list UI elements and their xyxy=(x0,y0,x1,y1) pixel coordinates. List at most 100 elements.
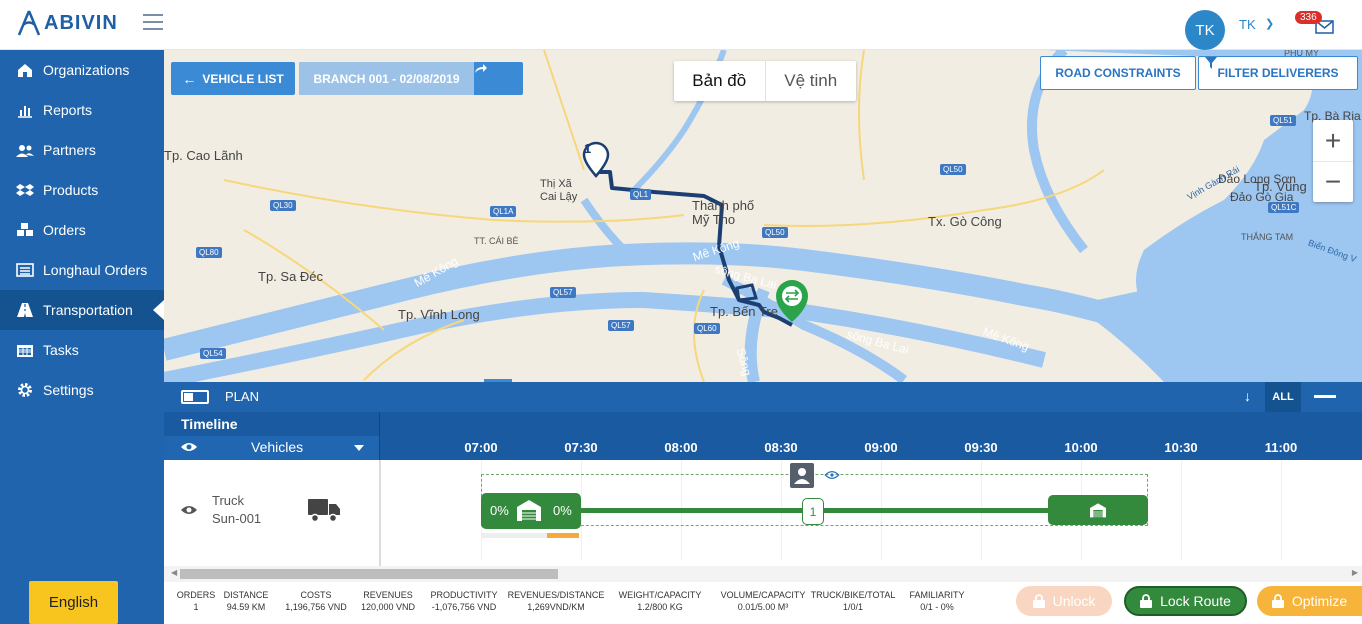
sidebar-item-label: Settings xyxy=(43,382,94,398)
stat-label: COSTS xyxy=(300,590,332,600)
app-logo[interactable]: ABIVIN xyxy=(18,10,118,36)
route-map[interactable]: 1 Tp. Cao Lãnh Thị Xã Cai Lậy Thành phố … xyxy=(164,50,1362,382)
load-percent-left: 0% xyxy=(490,503,509,518)
minimize-icon[interactable] xyxy=(1314,395,1336,398)
share-icon xyxy=(475,64,487,73)
lock-icon xyxy=(1271,594,1284,608)
filter-deliverers-button[interactable]: FILTER DELIVERERS xyxy=(1198,56,1358,90)
sidebar-item-reports[interactable]: Reports xyxy=(0,90,164,130)
plan-toggle-icon[interactable] xyxy=(181,390,209,404)
road-badge: QL1A xyxy=(490,206,517,217)
timeline-body: Truck Sun-001 0% 0% 1 xyxy=(164,460,1362,566)
sidebar-item-organizations[interactable]: Organizations xyxy=(0,50,164,90)
menu-toggle-icon[interactable] xyxy=(143,14,163,32)
branch-date-button[interactable]: BRANCH 001 - 02/08/2019 xyxy=(299,62,474,95)
warehouse-icon xyxy=(1090,503,1106,518)
stat-revenues: REVENUES 120,000 VND xyxy=(361,589,415,613)
map-label: Tp. Vĩnh Long xyxy=(398,307,480,322)
vehicles-label: Vehicles xyxy=(251,439,304,455)
timeline-time-label: 08:00 xyxy=(664,440,698,455)
map-label: Tp. Vũng xyxy=(1254,179,1307,194)
depot-end-block[interactable] xyxy=(1048,495,1148,525)
sidebar-item-partners[interactable]: Partners xyxy=(0,130,164,170)
map-type-satellite-button[interactable]: Vệ tinh xyxy=(764,61,857,101)
sidebar-item-label: Tasks xyxy=(43,342,79,358)
zoom-out-button[interactable]: − xyxy=(1313,161,1353,202)
vehicle-name[interactable]: Truck Sun-001 xyxy=(212,492,261,528)
map-label: THẮNG TAM xyxy=(1241,232,1294,242)
language-button[interactable]: English xyxy=(29,581,118,624)
stat-productivity: PRODUCTIVITY -1,076,756 VND xyxy=(430,589,497,613)
eye-icon[interactable] xyxy=(824,470,840,480)
stat-volume-capacity: VOLUME/CAPACITY 0.01/5.00 M³ xyxy=(721,589,806,613)
dropbox-icon xyxy=(15,182,35,198)
eye-icon[interactable] xyxy=(180,504,198,516)
gear-icon xyxy=(15,382,35,398)
stat-orders: ORDERS 1 xyxy=(177,589,216,613)
timeline-grid-line xyxy=(1281,460,1282,560)
stat-label: FAMILIARITY xyxy=(909,590,965,600)
road-badge: QL51 xyxy=(1270,115,1296,126)
arrow-left-icon: ← xyxy=(182,70,197,87)
truck-icon xyxy=(308,499,340,523)
vehicle-list-button[interactable]: ← VEHICLE LIST xyxy=(171,62,295,95)
sidebar-item-label: Products xyxy=(43,182,99,198)
vehicles-dropdown[interactable]: Vehicles xyxy=(164,436,380,460)
sidebar-item-label: Organizations xyxy=(43,62,130,78)
stat-value: 1,269VND/KM xyxy=(527,602,585,612)
map-label: Tx. Gò Công xyxy=(928,214,1002,229)
sidebar-nav: Organizations Reports Partners Products Orde… xyxy=(0,50,164,410)
map-label: Thị Xã Cai Lậy xyxy=(540,178,578,203)
timeline-grid-line xyxy=(1181,460,1182,560)
bar-chart-icon xyxy=(15,102,35,118)
map-stop-marker-label[interactable]: 1 xyxy=(584,141,591,156)
unlock-button[interactable]: Unlock xyxy=(1016,586,1112,616)
stat-label: VOLUME/CAPACITY xyxy=(720,590,806,600)
plan-all-button[interactable]: ALL xyxy=(1265,382,1301,412)
chevron-down-icon[interactable]: ❯ xyxy=(1265,17,1274,30)
lock-icon xyxy=(1140,594,1153,608)
depot-start-block[interactable]: 0% 0% xyxy=(481,493,581,529)
sidebar-item-products[interactable]: Products xyxy=(0,170,164,210)
stat-value: 1/0/1 xyxy=(842,602,864,612)
unlock-icon xyxy=(1032,594,1045,608)
scroll-right-icon[interactable]: ▶ xyxy=(1352,568,1358,577)
zoom-controls: + − xyxy=(1313,120,1353,202)
stat-label: TRUCK/BIKE/TOTAL xyxy=(810,590,896,600)
scrollbar-thumb[interactable] xyxy=(180,569,558,579)
load-percent-right: 0% xyxy=(553,503,572,518)
road-badge: QL1 xyxy=(630,189,652,200)
home-icon xyxy=(15,62,35,78)
stat-value: 0/1 - 0% xyxy=(920,602,954,612)
user-name[interactable]: TK xyxy=(1239,17,1256,32)
road-constraints-button[interactable]: ROAD CONSTRAINTS xyxy=(1040,56,1196,90)
vehicle-id: Sun-001 xyxy=(212,511,262,526)
user-avatar[interactable]: TK xyxy=(1185,10,1225,50)
stat-costs: COSTS 1,196,756 VND xyxy=(285,589,347,613)
arrow-down-icon[interactable]: ↓ xyxy=(1244,388,1251,404)
share-button[interactable] xyxy=(474,62,523,95)
timeline-header: Timeline Vehicles 07:00 07:30 08:00 08:30 09… xyxy=(164,412,1362,460)
map-type-switch: Bản đồ Vệ tinh xyxy=(674,61,856,101)
zoom-in-button[interactable]: + xyxy=(1313,120,1353,161)
sidebar-item-orders[interactable]: Orders xyxy=(0,210,164,250)
sidebar-item-settings[interactable]: Settings xyxy=(0,370,164,410)
sidebar-item-tasks[interactable]: Tasks xyxy=(0,330,164,370)
driver-avatar-icon[interactable] xyxy=(790,463,814,488)
sidebar-item-transportation[interactable]: Transportation xyxy=(0,290,164,330)
stat-label: WEIGHT/CAPACITY xyxy=(618,590,702,600)
map-type-map-button[interactable]: Bản đồ xyxy=(674,61,765,101)
eye-icon[interactable] xyxy=(180,441,198,453)
stop-marker[interactable]: 1 xyxy=(802,498,824,525)
load-progress-bar xyxy=(481,533,579,538)
horizontal-scrollbar[interactable]: ◀ ▶ xyxy=(164,566,1362,582)
users-icon xyxy=(15,142,35,158)
lock-route-button[interactable]: Lock Route xyxy=(1124,586,1247,616)
stat-label: DISTANCE xyxy=(223,590,269,600)
optimize-button[interactable]: Optimize xyxy=(1257,586,1362,616)
sidebar-item-longhaul-orders[interactable]: Longhaul Orders xyxy=(0,250,164,290)
stat-label: REVENUES/DISTANCE xyxy=(507,590,605,600)
stat-value: 1.2/800 KG xyxy=(637,602,683,612)
scroll-left-icon[interactable]: ◀ xyxy=(171,568,177,577)
stat-value: 120,000 VND xyxy=(360,602,416,612)
